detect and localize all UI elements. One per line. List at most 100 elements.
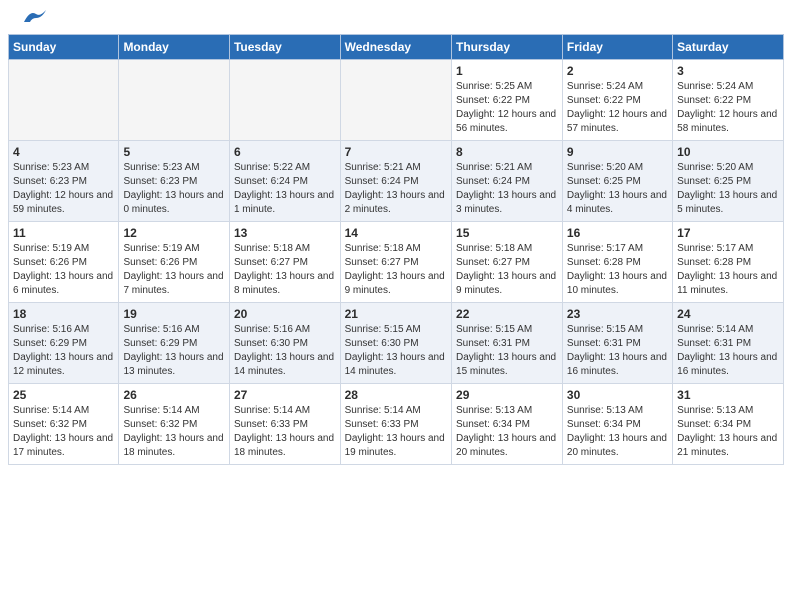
day-number: 24: [677, 307, 779, 321]
weekday-header: Monday: [119, 35, 230, 60]
day-number: 26: [123, 388, 225, 402]
day-number: 3: [677, 64, 779, 78]
day-number: 23: [567, 307, 668, 321]
calendar-day-cell: [119, 60, 230, 141]
day-info: Sunrise: 5:25 AMSunset: 6:22 PMDaylight:…: [456, 81, 556, 134]
day-info: Sunrise: 5:18 AMSunset: 6:27 PMDaylight:…: [456, 243, 556, 296]
day-number: 13: [234, 226, 336, 240]
calendar-day-cell: 26 Sunrise: 5:14 AMSunset: 6:32 PMDaylig…: [119, 384, 230, 465]
day-info: Sunrise: 5:16 AMSunset: 6:30 PMDaylight:…: [234, 324, 334, 377]
calendar-day-cell: 19 Sunrise: 5:16 AMSunset: 6:29 PMDaylig…: [119, 303, 230, 384]
day-number: 17: [677, 226, 779, 240]
weekday-header: Wednesday: [340, 35, 451, 60]
calendar-header-row: SundayMondayTuesdayWednesdayThursdayFrid…: [9, 35, 784, 60]
day-number: 10: [677, 145, 779, 159]
calendar-day-cell: 3 Sunrise: 5:24 AMSunset: 6:22 PMDayligh…: [673, 60, 784, 141]
calendar-day-cell: 11 Sunrise: 5:19 AMSunset: 6:26 PMDaylig…: [9, 222, 119, 303]
day-info: Sunrise: 5:15 AMSunset: 6:31 PMDaylight:…: [456, 324, 556, 377]
logo: [20, 16, 50, 26]
day-number: 22: [456, 307, 558, 321]
calendar-day-cell: 4 Sunrise: 5:23 AMSunset: 6:23 PMDayligh…: [9, 141, 119, 222]
day-info: Sunrise: 5:18 AMSunset: 6:27 PMDaylight:…: [345, 243, 445, 296]
day-number: 12: [123, 226, 225, 240]
day-info: Sunrise: 5:14 AMSunset: 6:33 PMDaylight:…: [345, 405, 445, 458]
calendar-week-row: 1 Sunrise: 5:25 AMSunset: 6:22 PMDayligh…: [9, 60, 784, 141]
calendar-week-row: 25 Sunrise: 5:14 AMSunset: 6:32 PMDaylig…: [9, 384, 784, 465]
calendar-day-cell: 28 Sunrise: 5:14 AMSunset: 6:33 PMDaylig…: [340, 384, 451, 465]
day-info: Sunrise: 5:14 AMSunset: 6:31 PMDaylight:…: [677, 324, 777, 377]
day-info: Sunrise: 5:16 AMSunset: 6:29 PMDaylight:…: [123, 324, 223, 377]
calendar-day-cell: 9 Sunrise: 5:20 AMSunset: 6:25 PMDayligh…: [562, 141, 672, 222]
calendar-day-cell: 7 Sunrise: 5:21 AMSunset: 6:24 PMDayligh…: [340, 141, 451, 222]
calendar-day-cell: 2 Sunrise: 5:24 AMSunset: 6:22 PMDayligh…: [562, 60, 672, 141]
day-number: 28: [345, 388, 447, 402]
day-number: 20: [234, 307, 336, 321]
day-info: Sunrise: 5:17 AMSunset: 6:28 PMDaylight:…: [677, 243, 777, 296]
day-number: 7: [345, 145, 447, 159]
calendar-week-row: 11 Sunrise: 5:19 AMSunset: 6:26 PMDaylig…: [9, 222, 784, 303]
weekday-header: Friday: [562, 35, 672, 60]
calendar-day-cell: 12 Sunrise: 5:19 AMSunset: 6:26 PMDaylig…: [119, 222, 230, 303]
day-number: 9: [567, 145, 668, 159]
day-number: 5: [123, 145, 225, 159]
day-info: Sunrise: 5:24 AMSunset: 6:22 PMDaylight:…: [567, 81, 667, 134]
day-info: Sunrise: 5:13 AMSunset: 6:34 PMDaylight:…: [456, 405, 556, 458]
day-number: 19: [123, 307, 225, 321]
day-info: Sunrise: 5:13 AMSunset: 6:34 PMDaylight:…: [677, 405, 777, 458]
calendar-day-cell: 18 Sunrise: 5:16 AMSunset: 6:29 PMDaylig…: [9, 303, 119, 384]
day-info: Sunrise: 5:14 AMSunset: 6:32 PMDaylight:…: [123, 405, 223, 458]
calendar-day-cell: [9, 60, 119, 141]
calendar-day-cell: 8 Sunrise: 5:21 AMSunset: 6:24 PMDayligh…: [452, 141, 563, 222]
day-number: 2: [567, 64, 668, 78]
day-info: Sunrise: 5:18 AMSunset: 6:27 PMDaylight:…: [234, 243, 334, 296]
calendar-day-cell: 5 Sunrise: 5:23 AMSunset: 6:23 PMDayligh…: [119, 141, 230, 222]
calendar-day-cell: 10 Sunrise: 5:20 AMSunset: 6:25 PMDaylig…: [673, 141, 784, 222]
logo-bird-icon: [22, 8, 50, 26]
calendar-day-cell: 20 Sunrise: 5:16 AMSunset: 6:30 PMDaylig…: [229, 303, 340, 384]
day-number: 8: [456, 145, 558, 159]
day-info: Sunrise: 5:15 AMSunset: 6:30 PMDaylight:…: [345, 324, 445, 377]
calendar-day-cell: 25 Sunrise: 5:14 AMSunset: 6:32 PMDaylig…: [9, 384, 119, 465]
day-number: 27: [234, 388, 336, 402]
day-number: 21: [345, 307, 447, 321]
day-number: 15: [456, 226, 558, 240]
calendar-day-cell: [229, 60, 340, 141]
day-info: Sunrise: 5:14 AMSunset: 6:33 PMDaylight:…: [234, 405, 334, 458]
calendar-day-cell: 30 Sunrise: 5:13 AMSunset: 6:34 PMDaylig…: [562, 384, 672, 465]
calendar-week-row: 4 Sunrise: 5:23 AMSunset: 6:23 PMDayligh…: [9, 141, 784, 222]
weekday-header: Saturday: [673, 35, 784, 60]
weekday-header: Sunday: [9, 35, 119, 60]
day-number: 31: [677, 388, 779, 402]
calendar-day-cell: 24 Sunrise: 5:14 AMSunset: 6:31 PMDaylig…: [673, 303, 784, 384]
page-header: [0, 0, 792, 34]
day-number: 16: [567, 226, 668, 240]
calendar-day-cell: 29 Sunrise: 5:13 AMSunset: 6:34 PMDaylig…: [452, 384, 563, 465]
calendar-table: SundayMondayTuesdayWednesdayThursdayFrid…: [8, 34, 784, 465]
calendar-wrapper: SundayMondayTuesdayWednesdayThursdayFrid…: [0, 34, 792, 473]
calendar-day-cell: 16 Sunrise: 5:17 AMSunset: 6:28 PMDaylig…: [562, 222, 672, 303]
calendar-day-cell: 27 Sunrise: 5:14 AMSunset: 6:33 PMDaylig…: [229, 384, 340, 465]
calendar-day-cell: 6 Sunrise: 5:22 AMSunset: 6:24 PMDayligh…: [229, 141, 340, 222]
day-info: Sunrise: 5:20 AMSunset: 6:25 PMDaylight:…: [677, 162, 777, 215]
calendar-week-row: 18 Sunrise: 5:16 AMSunset: 6:29 PMDaylig…: [9, 303, 784, 384]
day-info: Sunrise: 5:24 AMSunset: 6:22 PMDaylight:…: [677, 81, 777, 134]
day-number: 25: [13, 388, 114, 402]
calendar-day-cell: 22 Sunrise: 5:15 AMSunset: 6:31 PMDaylig…: [452, 303, 563, 384]
calendar-day-cell: 15 Sunrise: 5:18 AMSunset: 6:27 PMDaylig…: [452, 222, 563, 303]
day-info: Sunrise: 5:19 AMSunset: 6:26 PMDaylight:…: [123, 243, 223, 296]
day-info: Sunrise: 5:20 AMSunset: 6:25 PMDaylight:…: [567, 162, 667, 215]
day-number: 29: [456, 388, 558, 402]
day-number: 1: [456, 64, 558, 78]
calendar-day-cell: 14 Sunrise: 5:18 AMSunset: 6:27 PMDaylig…: [340, 222, 451, 303]
calendar-day-cell: 23 Sunrise: 5:15 AMSunset: 6:31 PMDaylig…: [562, 303, 672, 384]
day-info: Sunrise: 5:15 AMSunset: 6:31 PMDaylight:…: [567, 324, 667, 377]
calendar-day-cell: 21 Sunrise: 5:15 AMSunset: 6:30 PMDaylig…: [340, 303, 451, 384]
day-info: Sunrise: 5:21 AMSunset: 6:24 PMDaylight:…: [345, 162, 445, 215]
day-number: 4: [13, 145, 114, 159]
calendar-day-cell: 17 Sunrise: 5:17 AMSunset: 6:28 PMDaylig…: [673, 222, 784, 303]
weekday-header: Tuesday: [229, 35, 340, 60]
calendar-day-cell: 31 Sunrise: 5:13 AMSunset: 6:34 PMDaylig…: [673, 384, 784, 465]
day-info: Sunrise: 5:19 AMSunset: 6:26 PMDaylight:…: [13, 243, 113, 296]
day-info: Sunrise: 5:17 AMSunset: 6:28 PMDaylight:…: [567, 243, 667, 296]
calendar-day-cell: [340, 60, 451, 141]
